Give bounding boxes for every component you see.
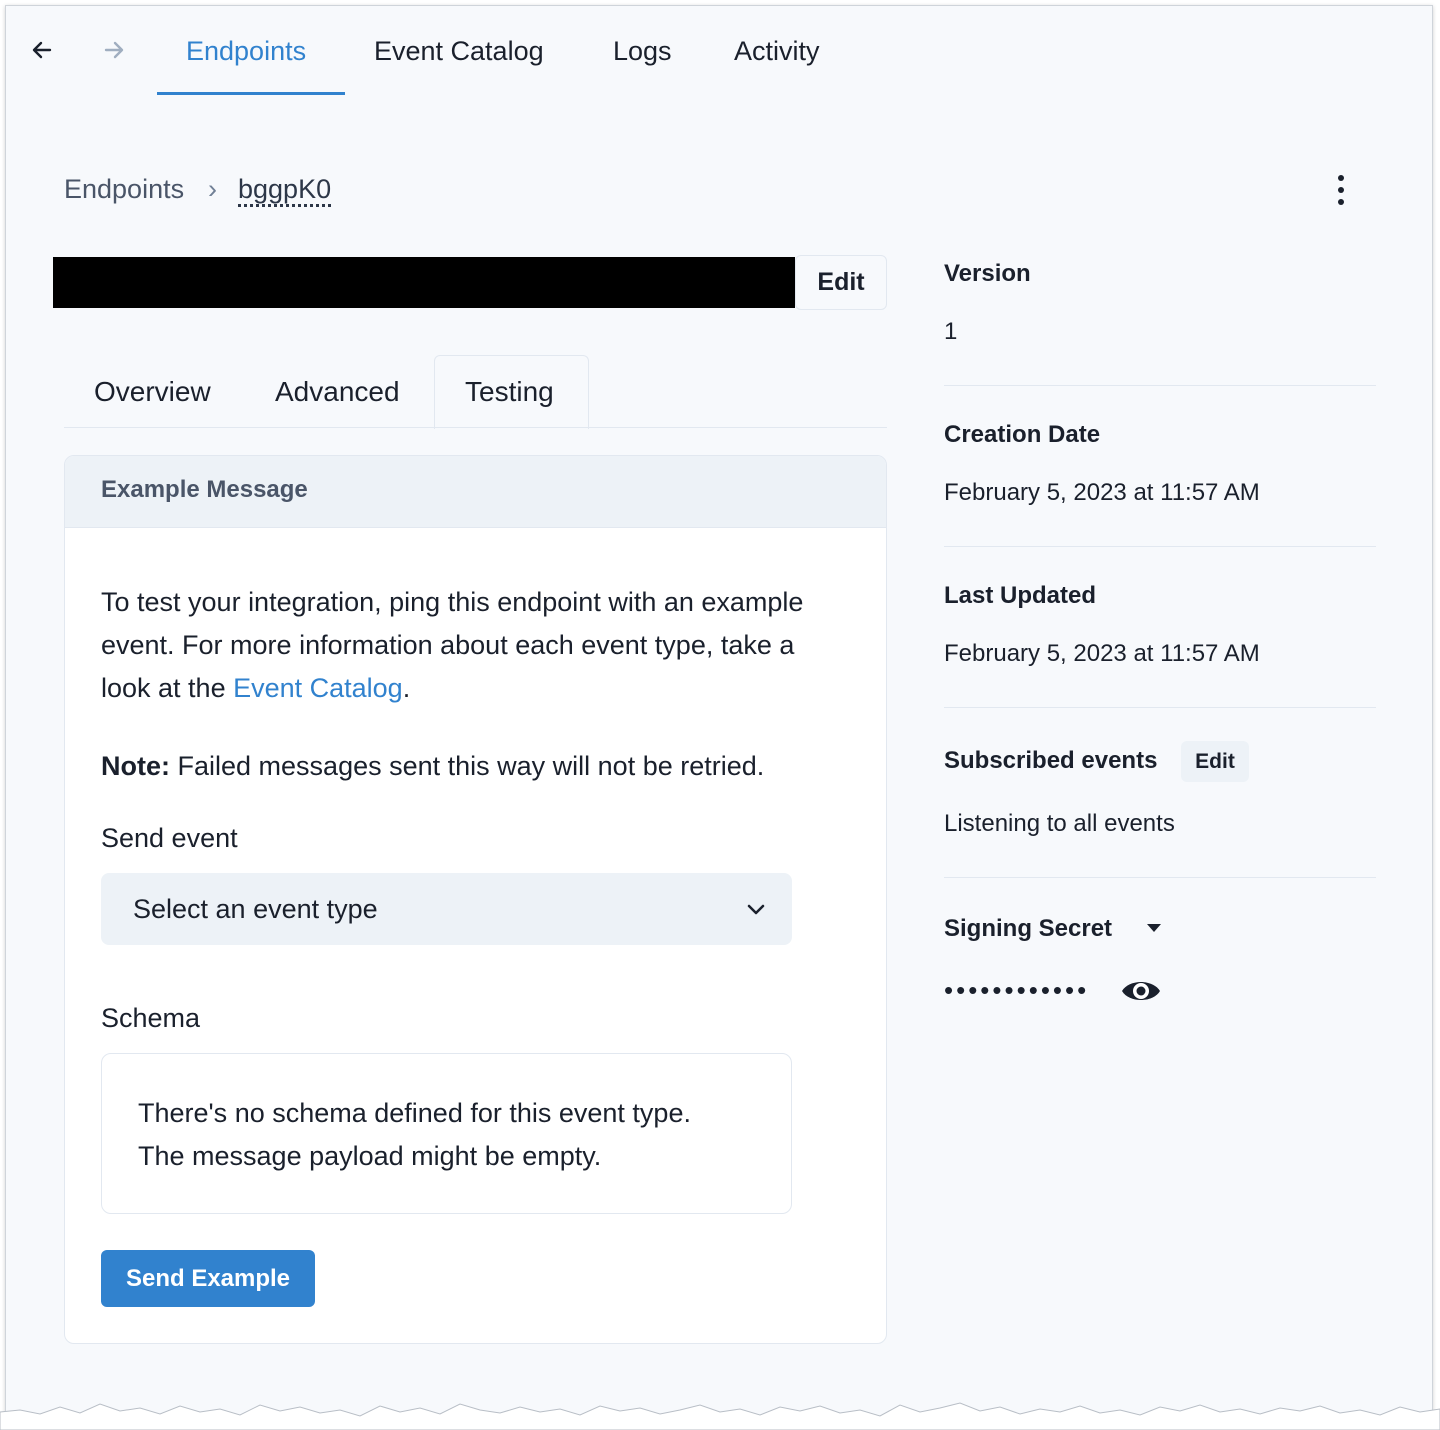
last-updated-value: February 5, 2023 at 11:57 AM [944, 640, 1260, 667]
tab-overview[interactable]: Overview [94, 375, 211, 409]
breadcrumb-current: bggpK0 [238, 172, 332, 207]
nav-tab-endpoints[interactable]: Endpoints [186, 34, 306, 68]
card-title: Example Message [101, 476, 308, 503]
retry-note: Note: Failed messages sent this way will… [101, 746, 764, 786]
intro-period: . [402, 673, 411, 703]
card-header: Example Message [65, 456, 886, 528]
version-value: 1 [944, 318, 958, 345]
last-updated-label: Last Updated [944, 582, 1097, 609]
divider [944, 546, 1376, 547]
endpoint-id[interactable]: bggpK0 [238, 174, 332, 207]
subscribed-events-value: Listening to all events [944, 810, 1175, 837]
breadcrumb-separator-icon: › [208, 174, 217, 204]
chevron-down-icon [747, 904, 765, 915]
note-text: Failed messages sent this way will not b… [170, 751, 765, 781]
note-label: Note: [101, 751, 170, 781]
intro-text: To test your integration, ping this endp… [101, 587, 804, 703]
select-placeholder: Select an event type [133, 894, 378, 924]
send-event-label: Send event [101, 823, 238, 853]
example-message-card: Example Message To test your integration… [64, 455, 887, 1344]
subscribed-events-label: Subscribed events [944, 747, 1158, 774]
schema-message: There's no schema defined for this event… [138, 1092, 691, 1178]
divider [944, 877, 1376, 878]
divider [944, 707, 1376, 708]
signing-secret-masked: •••••••••••• [944, 975, 1090, 1005]
nav-tab-event-catalog[interactable]: Event Catalog [374, 34, 544, 68]
caret-down-icon[interactable] [1144, 920, 1164, 936]
edit-subscribed-events-button[interactable]: Edit [1181, 741, 1249, 782]
tab-testing[interactable]: Testing [465, 375, 554, 409]
event-type-select[interactable]: Select an event type [101, 873, 792, 945]
schema-line-1: There's no schema defined for this event… [138, 1098, 691, 1128]
version-label: Version [944, 260, 1031, 287]
forward-arrow-icon[interactable] [98, 34, 130, 66]
creation-date-label: Creation Date [944, 421, 1101, 448]
tab-advanced[interactable]: Advanced [275, 375, 400, 409]
event-catalog-link[interactable]: Event Catalog [233, 673, 403, 703]
creation-date-value: February 5, 2023 at 11:57 AM [944, 479, 1260, 506]
divider [944, 385, 1376, 386]
torn-edge [0, 1402, 1440, 1430]
schema-box: There's no schema defined for this event… [101, 1053, 792, 1214]
intro-paragraph: To test your integration, ping this endp… [101, 581, 841, 710]
send-example-button[interactable]: Send Example [101, 1250, 315, 1307]
back-arrow-icon[interactable] [26, 34, 58, 66]
signing-secret-label: Signing Secret [944, 915, 1113, 942]
breadcrumb-endpoints[interactable]: Endpoints [64, 172, 184, 206]
subtab-divider [64, 427, 887, 428]
schema-line-2: The message payload might be empty. [138, 1141, 602, 1171]
edit-endpoint-button[interactable]: Edit [795, 255, 887, 310]
eye-icon[interactable] [1120, 975, 1162, 1007]
more-options-icon[interactable] [1326, 170, 1356, 210]
schema-label: Schema [101, 1003, 201, 1033]
endpoint-url-redacted [53, 257, 795, 308]
active-tab-indicator [157, 92, 345, 95]
nav-tab-activity[interactable]: Activity [734, 34, 820, 68]
nav-tab-logs[interactable]: Logs [613, 34, 672, 68]
